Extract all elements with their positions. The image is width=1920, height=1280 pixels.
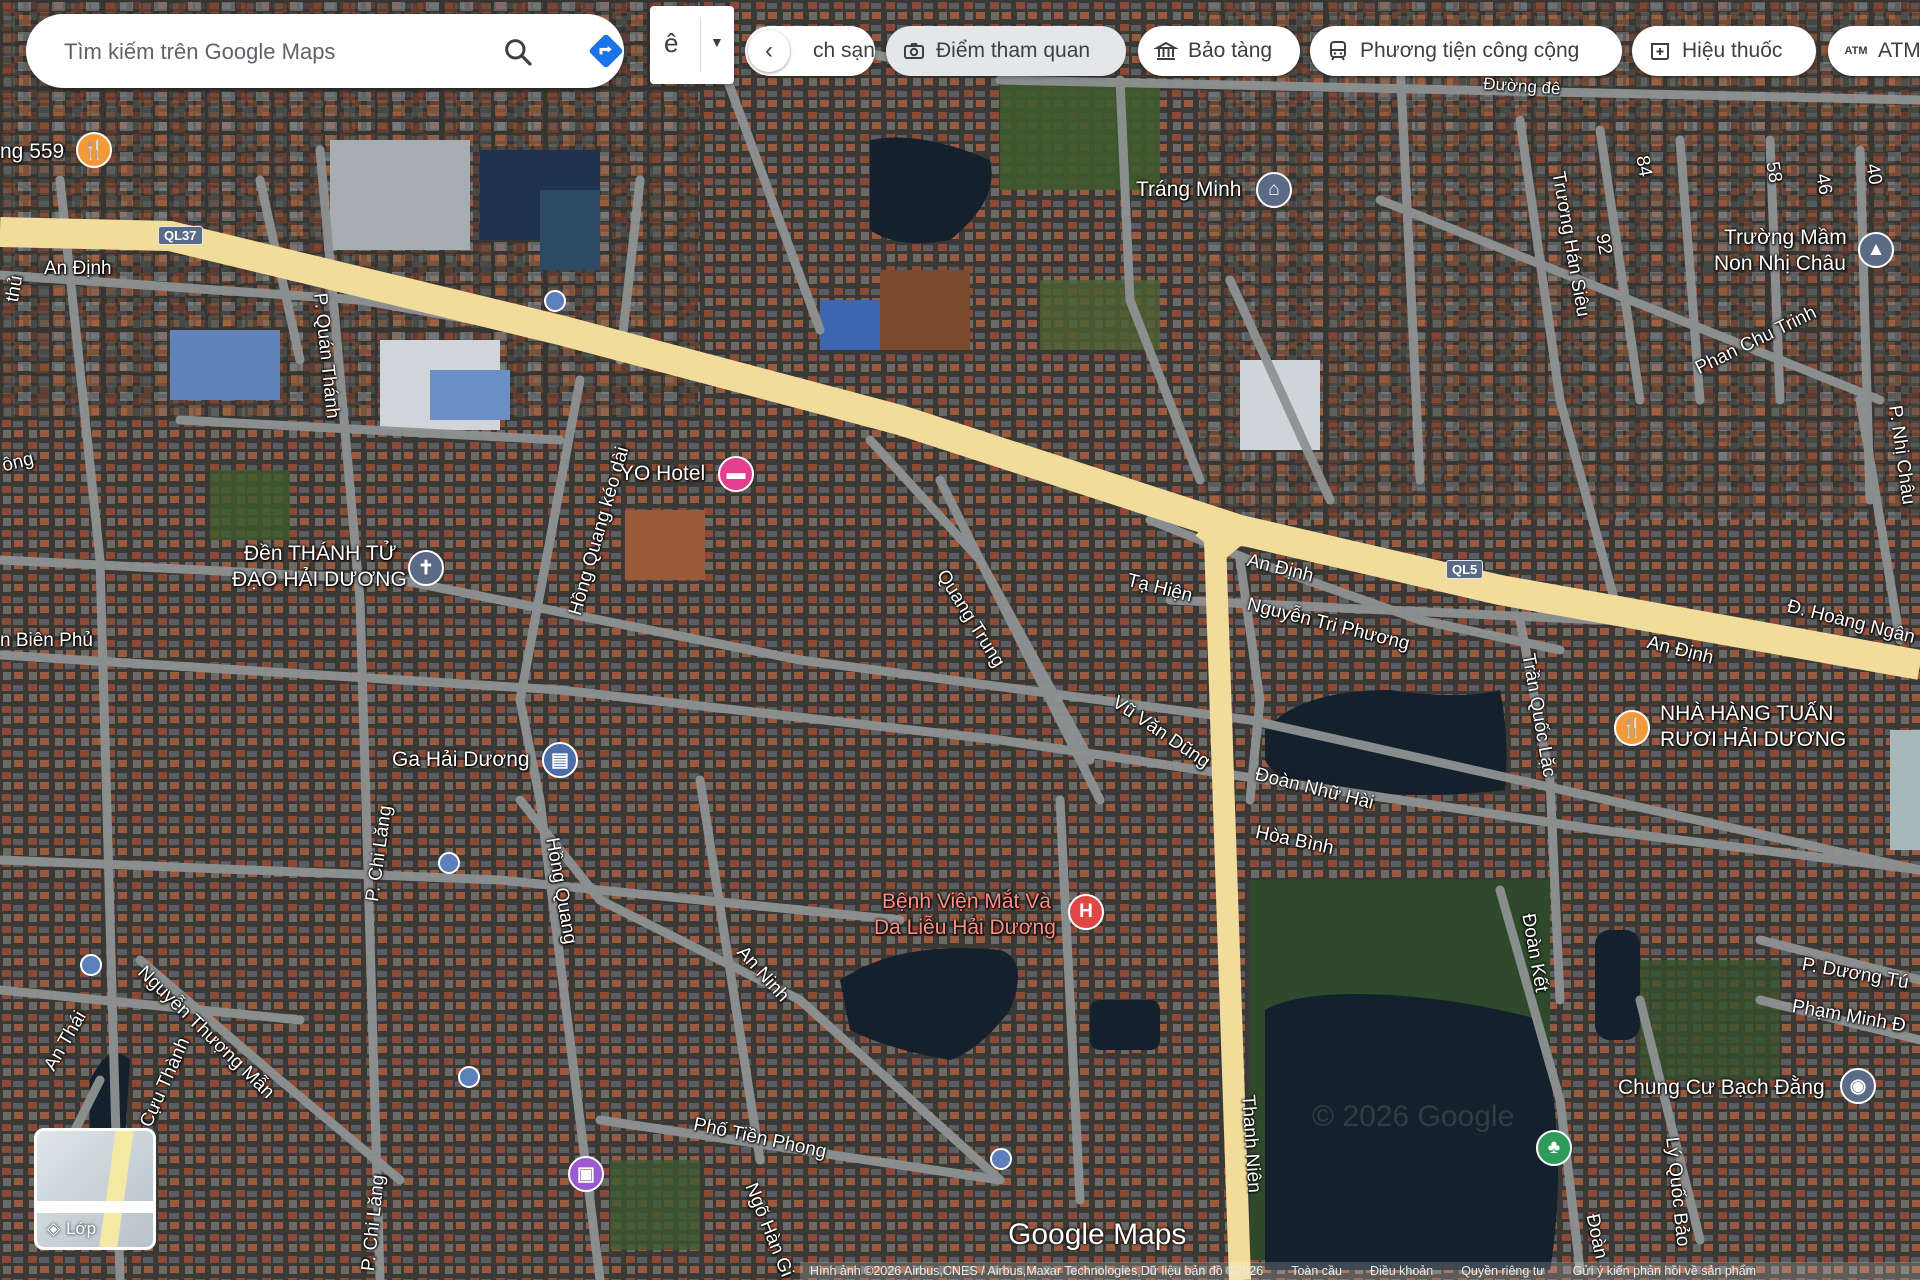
chevron-left-icon[interactable]: ‹ bbox=[748, 30, 790, 72]
chip-atm[interactable]: ATM ATM bbox=[1828, 26, 1920, 76]
hotel-pin-icon[interactable]: ▬ bbox=[718, 456, 754, 492]
museum-icon bbox=[1152, 39, 1180, 63]
layers-label: ◈ Lớp bbox=[47, 1219, 96, 1239]
collapse-panel-char: ê bbox=[664, 28, 679, 58]
chip-attractions[interactable]: Điểm tham quan bbox=[886, 26, 1126, 76]
poi-label-restaurant-559[interactable]: ng 559 bbox=[0, 140, 64, 164]
caret-down-icon[interactable]: ▼ bbox=[710, 34, 724, 50]
building-pin-icon[interactable]: ◉ bbox=[1840, 1068, 1876, 1104]
bus-stop-icon[interactable] bbox=[544, 290, 566, 312]
poi-label-benh-vien-2[interactable]: Da Liễu Hải Dương bbox=[874, 916, 1056, 940]
chip-transit[interactable]: Phương tiện công cộng bbox=[1310, 26, 1622, 76]
search-input[interactable] bbox=[62, 36, 466, 68]
highway-badge-ql37: QL37 bbox=[158, 226, 203, 245]
footer-global-link[interactable]: Toàn cầu bbox=[1291, 1264, 1342, 1278]
layers-preview-road bbox=[37, 1201, 153, 1213]
highway-badge-ql5: QL5 bbox=[1446, 560, 1484, 579]
restaurant-pin-icon[interactable]: 🍴 bbox=[76, 132, 112, 168]
chip-museums[interactable]: Bảo tàng bbox=[1138, 26, 1300, 76]
layers-text: Lớp bbox=[66, 1219, 97, 1238]
park-pin-icon[interactable]: ♣ bbox=[1536, 1130, 1572, 1166]
bus-stop-icon[interactable] bbox=[990, 1148, 1012, 1170]
footer-imagery-credit: Hình ảnh ©2026 Airbus,CNES / Airbus,Maxa… bbox=[810, 1264, 1264, 1278]
poi-label-nha-hang-2[interactable]: RƯƠI HẢI DƯƠNG bbox=[1660, 728, 1846, 752]
hospital-pin-icon[interactable]: H bbox=[1068, 894, 1104, 930]
poi-label-ga[interactable]: Ga Hải Dương bbox=[392, 748, 530, 772]
chip-attractions-label: Điểm tham quan bbox=[936, 39, 1091, 62]
search-box bbox=[26, 14, 624, 88]
street-label-thu-west: thủ bbox=[2, 273, 28, 304]
street-label-58: 58 bbox=[1761, 160, 1786, 185]
poi-label-den-1[interactable]: Đền THÁNH TỬ bbox=[244, 542, 397, 566]
poi-label-den-2[interactable]: ĐẠO HẢI DƯƠNG bbox=[232, 568, 407, 592]
layers-preview-road bbox=[98, 1131, 134, 1247]
shopping-pin-icon[interactable]: ▣ bbox=[568, 1156, 604, 1192]
poi-label-truong-mam-non-2[interactable]: Non Nhị Châu bbox=[1714, 252, 1846, 276]
chip-hotels-label: ch sạn bbox=[813, 39, 875, 62]
layers-button[interactable]: ◈ Lớp bbox=[34, 1128, 156, 1250]
collapse-panel-button[interactable]: ê ▼ bbox=[650, 6, 734, 84]
layers-icon: ◈ bbox=[47, 1219, 61, 1238]
map-watermark: © 2026 Google bbox=[1312, 1100, 1515, 1133]
atm-icon: ATM bbox=[1844, 45, 1868, 57]
train-station-pin-icon[interactable]: ▤ bbox=[542, 742, 578, 778]
poi-label-benh-vien-1[interactable]: Bệnh Viện Mắt Và bbox=[882, 890, 1051, 914]
camera-icon bbox=[900, 39, 928, 63]
poi-label-nha-hang-1[interactable]: NHÀ HÀNG TUẤN bbox=[1660, 702, 1833, 726]
street-label-46: 46 bbox=[1811, 172, 1836, 197]
train-icon bbox=[1324, 39, 1352, 63]
footer-privacy-link[interactable]: Quyền riêng tư bbox=[1461, 1264, 1544, 1278]
collapse-panel-divider bbox=[700, 18, 701, 72]
pharmacy-icon bbox=[1646, 39, 1674, 63]
church-pin-icon[interactable]: ✝ bbox=[408, 550, 444, 586]
restaurant-pin-icon[interactable]: 🍴 bbox=[1614, 710, 1650, 746]
search-icon[interactable] bbox=[502, 36, 534, 68]
street-label-an-dinh-west: An Định bbox=[44, 258, 112, 279]
google-maps-logo: Google Maps bbox=[1008, 1218, 1187, 1251]
chip-atm-label: ATM bbox=[1878, 39, 1920, 62]
chip-pharmacy[interactable]: Hiệu thuốc bbox=[1632, 26, 1816, 76]
street-label-40: 40 bbox=[1861, 162, 1886, 187]
bus-stop-icon[interactable] bbox=[438, 852, 460, 874]
directions-icon[interactable] bbox=[586, 31, 626, 71]
poi-label-chung-cu[interactable]: Chung Cư Bạch Đằng bbox=[1618, 1076, 1825, 1100]
school-pin-icon[interactable]: ▲ bbox=[1858, 232, 1894, 268]
footer-terms-link[interactable]: Điều khoản bbox=[1370, 1264, 1433, 1278]
chip-museums-label: Bảo tàng bbox=[1188, 39, 1273, 62]
street-label-84: 84 bbox=[1631, 154, 1656, 179]
bus-stop-icon[interactable] bbox=[80, 954, 102, 976]
street-label-92: 92 bbox=[1591, 232, 1616, 257]
poi-label-truong-mam-non-1[interactable]: Trường Mầm bbox=[1724, 226, 1847, 250]
poi-label-yo-hotel[interactable]: YO Hotel bbox=[620, 462, 705, 486]
footer-feedback-link[interactable]: Gửi ý kiến phản hồi về sản phẩm bbox=[1573, 1264, 1756, 1278]
museum-pin-icon[interactable]: ⌂ bbox=[1256, 172, 1292, 208]
poi-label-trang-minh[interactable]: Tráng Minh bbox=[1136, 178, 1241, 202]
chip-pharmacy-label: Hiệu thuốc bbox=[1682, 39, 1783, 62]
chip-transit-label: Phương tiện công cộng bbox=[1360, 39, 1580, 62]
street-label-bien-phu: n Biên Phủ bbox=[0, 630, 93, 651]
map-footer: Hình ảnh ©2026 Airbus,CNES / Airbus,Maxa… bbox=[800, 1262, 1920, 1280]
bus-stop-icon[interactable] bbox=[458, 1066, 480, 1088]
